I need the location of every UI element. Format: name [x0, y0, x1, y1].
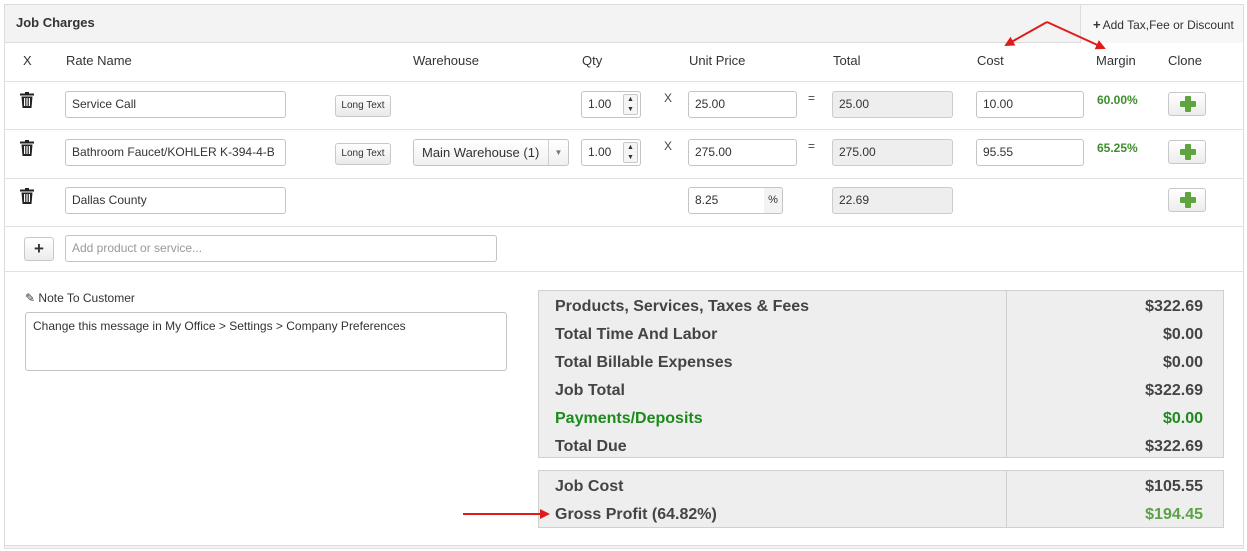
margin-value: 60.00% — [1097, 93, 1138, 107]
job-charges-panel: Job Charges + Add Tax,Fee or Discount X R… — [4, 4, 1244, 546]
divider — [1006, 471, 1007, 527]
divider — [5, 226, 1243, 227]
add-product-input[interactable]: Add product or service... — [65, 235, 497, 262]
qty-value: 1.00 — [588, 97, 612, 111]
unit-price-input[interactable]: 25.00 — [688, 91, 797, 118]
times-sign: X — [664, 91, 673, 105]
qty-stepper[interactable]: 1.00 ▲ ▼ — [581, 91, 641, 118]
note-to-customer-textarea[interactable]: Change this message in My Office > Setti… — [25, 312, 507, 371]
spinner[interactable]: ▲ ▼ — [623, 142, 638, 163]
gross-profit-value: $194.45 — [1145, 506, 1203, 523]
column-header-rate-name: Rate Name — [66, 53, 132, 68]
warehouse-select[interactable]: Main Warehouse (1) ▼ — [413, 139, 569, 166]
divider — [5, 129, 1243, 130]
column-header-clone: Clone — [1168, 53, 1202, 68]
summary-value: $0.00 — [1162, 326, 1203, 343]
divider — [5, 178, 1243, 179]
plus-icon: + — [1093, 17, 1101, 32]
times-sign: X — [664, 139, 673, 153]
summary-value: $0.00 — [1162, 354, 1203, 371]
gross-profit-label: Gross Profit (64.82%) — [555, 506, 717, 523]
equals-sign: = — [808, 91, 816, 105]
margin-value: 65.25% — [1097, 141, 1138, 155]
clone-button[interactable] — [1168, 140, 1206, 164]
unit-price-input[interactable]: 275.00 — [688, 139, 797, 166]
trash-icon[interactable] — [20, 92, 34, 108]
cost-summary-table: Job Cost $105.55 Gross Profit (64.82%) $… — [538, 470, 1224, 528]
warehouse-selected: Main Warehouse (1) — [422, 145, 540, 160]
long-text-button[interactable]: Long Text — [335, 143, 391, 165]
note-label-text: Note To Customer — [38, 291, 135, 305]
column-header-warehouse: Warehouse — [413, 53, 479, 68]
clone-button[interactable] — [1168, 92, 1206, 116]
tax-rate-input[interactable]: 8.25 — [688, 187, 765, 214]
column-header-total: Total — [833, 53, 861, 68]
summary-value-payments: $0.00 — [1162, 410, 1203, 427]
panel-title: Job Charges — [16, 15, 95, 30]
panel-bottom-edge — [4, 546, 1244, 549]
panel-header: Job Charges + Add Tax,Fee or Discount — [5, 5, 1243, 43]
cost-input[interactable]: 95.55 — [976, 139, 1084, 166]
green-plus-icon — [1180, 144, 1196, 160]
column-header-unit-price: Unit Price — [689, 53, 746, 68]
summary-label: Total Due — [555, 438, 627, 455]
cost-input[interactable]: 10.00 — [976, 91, 1084, 118]
chevron-down-icon: ▼ — [548, 140, 568, 165]
summary-label: Total Billable Expenses — [555, 354, 733, 371]
spin-down-icon[interactable]: ▼ — [624, 105, 637, 115]
trash-icon[interactable] — [20, 140, 34, 156]
job-cost-label: Job Cost — [555, 478, 624, 495]
summary-label: Job Total — [555, 382, 625, 399]
summary-label: Products, Services, Taxes & Fees — [555, 298, 810, 315]
summary-label-payments: Payments/Deposits — [555, 410, 703, 427]
pencil-icon: ✎ — [25, 291, 36, 305]
add-tax-fee-discount-button[interactable]: + Add Tax,Fee or Discount — [1080, 5, 1243, 43]
job-cost-value: $105.55 — [1145, 478, 1203, 495]
percent-addon: % — [764, 187, 783, 214]
summary-label: Total Time And Labor — [555, 326, 718, 343]
divider — [5, 81, 1243, 82]
add-tax-fee-discount-label: Add Tax,Fee or Discount — [1102, 18, 1234, 32]
total-field: 22.69 — [832, 187, 953, 214]
add-product-button[interactable]: + — [24, 237, 54, 261]
divider — [1006, 291, 1007, 457]
green-plus-icon — [1180, 96, 1196, 112]
note-label: ✎ Note To Customer — [25, 291, 135, 305]
total-field: 25.00 — [832, 91, 953, 118]
column-header-qty: Qty — [582, 53, 603, 68]
total-field: 275.00 — [832, 139, 953, 166]
long-text-button[interactable]: Long Text — [335, 95, 391, 117]
summary-table: Products, Services, Taxes & Fees $322.69… — [538, 290, 1224, 458]
spinner[interactable]: ▲ ▼ — [623, 94, 638, 115]
qty-value: 1.00 — [588, 145, 612, 159]
rate-name-input[interactable]: Dallas County — [65, 187, 286, 214]
summary-value: $322.69 — [1145, 298, 1203, 315]
spin-up-icon[interactable]: ▲ — [624, 95, 637, 105]
rate-name-input[interactable]: Bathroom Faucet/KOHLER K-394-4-B — [65, 139, 286, 166]
spin-down-icon[interactable]: ▼ — [624, 153, 637, 163]
qty-stepper[interactable]: 1.00 ▲ ▼ — [581, 139, 641, 166]
equals-sign: = — [808, 139, 816, 153]
spin-up-icon[interactable]: ▲ — [624, 143, 637, 153]
column-header-cost: Cost — [977, 53, 1004, 68]
column-header-delete: X — [23, 53, 32, 68]
column-header-margin: Margin — [1096, 53, 1136, 68]
trash-icon[interactable] — [20, 188, 34, 204]
divider — [5, 271, 1243, 272]
rate-name-input[interactable]: Service Call — [65, 91, 286, 118]
clone-button[interactable] — [1168, 188, 1206, 212]
summary-value: $322.69 — [1145, 382, 1203, 399]
green-plus-icon — [1180, 192, 1196, 208]
summary-value: $322.69 — [1145, 438, 1203, 455]
